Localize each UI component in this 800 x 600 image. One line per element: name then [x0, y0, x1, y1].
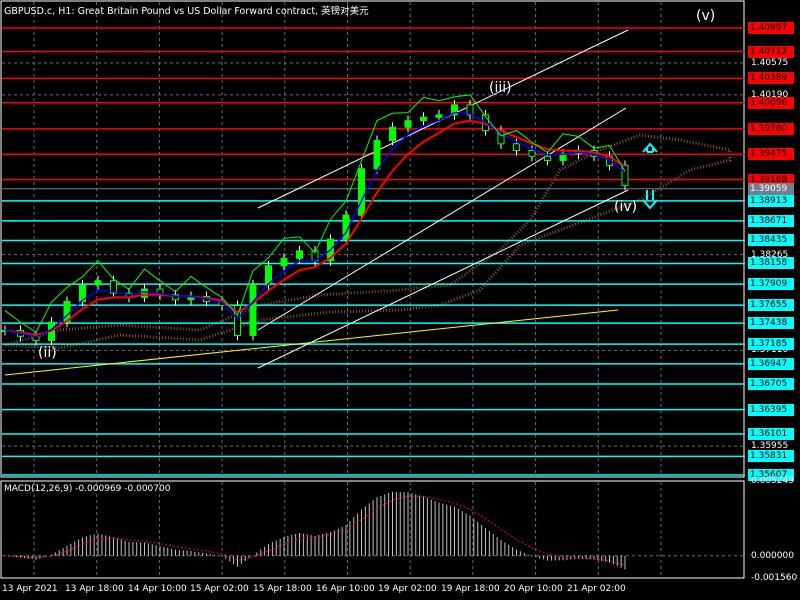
macd-title: MACD(12,26,9) -0.000969 -0.000700 [4, 484, 171, 494]
price-level-label: 1.38913 [748, 194, 794, 207]
candle-body [513, 143, 520, 151]
elliott-wave-label: (v) [696, 8, 716, 24]
candle-body [94, 280, 102, 286]
arrow-up-icon [642, 142, 658, 153]
time-label: 19 Apr 18:00 [441, 584, 500, 594]
candle-body [373, 140, 381, 170]
elliott-wave-label: (iv) [614, 199, 638, 215]
price-level-label: 1.38158 [748, 257, 794, 270]
price-level-label: 1.36395 [748, 403, 794, 416]
candle-body [389, 126, 396, 142]
price-level-label: 1.37655 [748, 299, 794, 312]
green-indicator-line [4, 94, 626, 334]
price-grid-label: 1.40575 [751, 57, 789, 68]
time-label: 21 Apr 02:00 [567, 584, 626, 594]
time-label: 13 Apr 18:00 [65, 584, 124, 594]
price-level-label: 1.40096 [748, 96, 794, 109]
macd-axis-label: 0.000000 [751, 550, 794, 561]
price-level-label: 1.39475 [748, 148, 794, 161]
time-label: 20 Apr 10:00 [504, 584, 563, 594]
price-level-label: 1.37909 [748, 278, 794, 291]
candle-body [280, 257, 288, 267]
candle-body [435, 114, 443, 118]
candle-body [249, 284, 257, 336]
price-level-label: 1.37438 [748, 317, 794, 330]
channel-line [257, 189, 629, 369]
time-label: 14 Apr 10:00 [128, 584, 187, 594]
candle-body [544, 155, 551, 161]
channel-line [257, 107, 627, 331]
price-level-label: 1.39780 [748, 122, 794, 135]
candle-body [141, 288, 148, 298]
candle-body [528, 149, 536, 157]
price-level-label: 1.40389 [748, 72, 794, 85]
time-label: 15 Apr 18:00 [253, 584, 312, 594]
elliott-wave-label: (iii) [489, 80, 512, 96]
time-label: 15 Apr 02:00 [190, 584, 249, 594]
price-level-label: 1.39059 [748, 182, 794, 195]
time-label: 13 Apr 2021 [2, 584, 58, 594]
macd-axis-label: 0.005249 [751, 476, 794, 486]
macd-axis-label: -0.001560 [751, 573, 798, 583]
candle-body [358, 168, 365, 216]
price-level-label: 1.38671 [748, 214, 794, 227]
candle-body [404, 120, 412, 128]
price-level-label: 1.40997 [748, 22, 794, 34]
macd-pane-border [0, 480, 745, 579]
main-pane-border [0, 0, 745, 478]
time-label: 16 Apr 10:00 [316, 584, 375, 594]
chart-title: GBPUSD.c, H1: Great Britain Pound vs US … [4, 6, 369, 17]
price-level-label: 1.40712 [748, 45, 794, 58]
yellow-trendline [4, 309, 619, 376]
price-level-label: 1.37185 [748, 338, 794, 351]
candle-body [420, 116, 427, 122]
ichimoku-cloud [4, 133, 732, 350]
price-level-label: 1.35831 [748, 450, 794, 463]
candle-body [296, 250, 303, 259]
price-level-label: 1.36947 [748, 357, 794, 370]
price-level-label: 1.36705 [748, 377, 794, 390]
elliott-wave-label: (ii) [38, 345, 57, 361]
price-chart[interactable] [0, 0, 800, 600]
price-level-label: 1.38435 [748, 234, 794, 247]
time-label: 19 Apr 02:00 [378, 584, 437, 594]
price-level-label: 1.36101 [748, 428, 794, 441]
